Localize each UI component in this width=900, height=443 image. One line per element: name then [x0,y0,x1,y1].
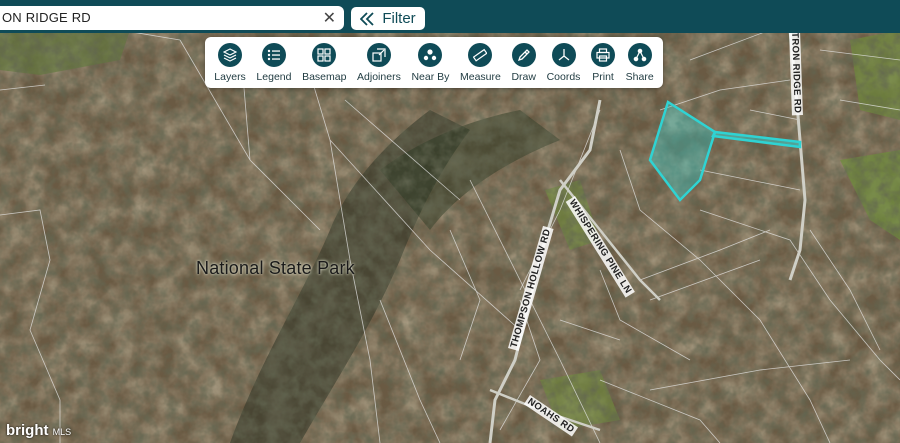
tool-adjoiners[interactable]: Adjoiners [357,37,401,83]
measure-icon [468,43,493,67]
tool-near-by[interactable]: Near By [411,37,449,83]
map-area-label: National State Park [196,258,355,278]
tool-coords[interactable]: Coords [546,37,581,83]
filter-label: Filter [382,10,416,27]
share-icon [627,43,652,67]
search-input[interactable]: ON RIDGE RD ✕ [0,6,344,30]
draw-icon [511,43,536,67]
tool-label: Coords [546,71,581,83]
tool-measure[interactable]: Measure [460,37,501,83]
near-by-icon [418,43,443,67]
bright-mls-watermark: bright MLS [6,422,71,439]
tool-label: Share [625,71,654,83]
legend-icon [261,43,286,67]
watermark-suffix: MLS [52,427,72,437]
tool-print[interactable]: Print [591,37,616,83]
adjoiners-icon [366,43,391,67]
tool-draw[interactable]: Draw [511,37,536,83]
tool-label: Basemap [302,71,347,83]
tool-label: Adjoiners [357,71,401,83]
search-value: ON RIDGE RD [2,10,91,25]
double-chevron-left-icon [360,11,374,26]
tool-label: Draw [511,71,536,83]
tool-label: Near By [411,71,450,83]
tool-label: Print [592,71,614,83]
close-icon[interactable]: ✕ [323,8,336,28]
tool-label: Measure [459,71,501,83]
map-toolbar: Layers Legend Basemap Adjoiners Near By … [205,37,663,88]
layers-icon [218,43,243,67]
print-icon [591,43,616,67]
tool-label: Layers [214,71,246,83]
watermark-brand: bright [6,422,49,439]
filter-button[interactable]: Filter [351,7,425,30]
tool-legend[interactable]: Legend [256,37,291,83]
tool-layers[interactable]: Layers [214,37,246,83]
tool-basemap[interactable]: Basemap [302,37,346,83]
coords-icon [551,43,576,67]
tool-label: Legend [256,71,292,83]
tool-share[interactable]: Share [626,37,654,83]
basemap-icon [312,43,337,67]
